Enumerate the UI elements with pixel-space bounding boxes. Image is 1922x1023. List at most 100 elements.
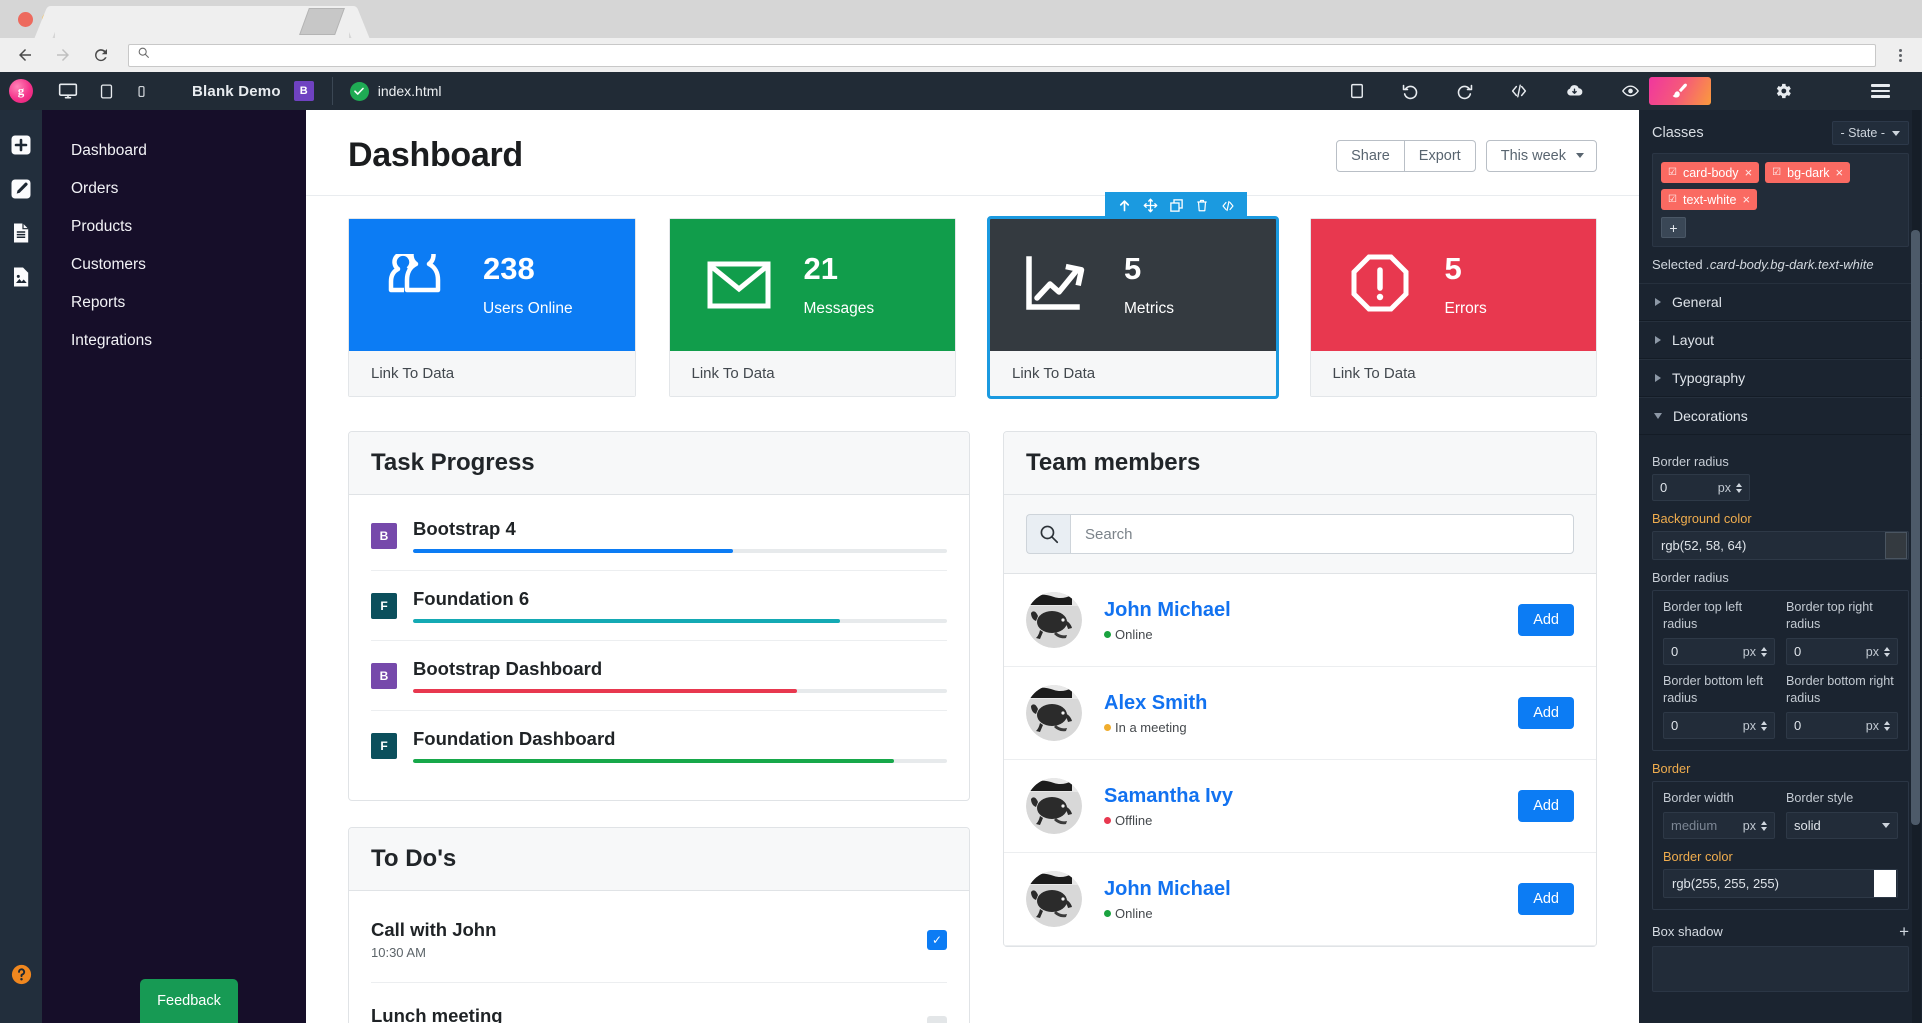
- desktop-view-icon[interactable]: [58, 81, 78, 101]
- stat-card-link[interactable]: Link To Data: [669, 351, 955, 396]
- list-item[interactable]: Call with John 10:30 AM ✓: [371, 897, 947, 983]
- undo-icon[interactable]: [1401, 82, 1420, 101]
- stepper-icon[interactable]: [1884, 646, 1890, 657]
- table-row[interactable]: John Michael Online Add: [1004, 853, 1596, 946]
- share-button[interactable]: Share: [1336, 139, 1405, 172]
- date-range-dropdown[interactable]: This week: [1485, 139, 1597, 172]
- edit-pencil-icon[interactable]: [8, 176, 34, 202]
- accordion-decorations[interactable]: Decorations: [1639, 397, 1922, 435]
- task-row[interactable]: B Bootstrap Dashboard: [371, 641, 947, 711]
- sidebar-item-reports[interactable]: Reports: [42, 284, 306, 322]
- stat-card-errors[interactable]: 5 Errors Link To Data: [1309, 218, 1597, 397]
- border-color-input[interactable]: rgb(255, 255, 255): [1663, 869, 1898, 898]
- media-image-icon[interactable]: [8, 264, 34, 290]
- member-name[interactable]: Alex Smith: [1104, 692, 1496, 715]
- mobile-view-icon[interactable]: [135, 82, 148, 101]
- add-member-button[interactable]: Add: [1518, 697, 1574, 729]
- accordion-typography[interactable]: Typography: [1639, 359, 1922, 397]
- table-row[interactable]: Alex Smith In a meeting Add: [1004, 667, 1596, 760]
- reload-icon[interactable]: [90, 44, 112, 66]
- export-button[interactable]: Export: [1404, 139, 1476, 172]
- border-bottom-left-radius-input[interactable]: 0 px: [1663, 712, 1775, 739]
- border-top-right-radius-input[interactable]: 0 px: [1786, 638, 1898, 665]
- frame-icon[interactable]: [1348, 82, 1366, 100]
- stepper-icon[interactable]: [1761, 646, 1767, 657]
- member-name[interactable]: John Michael: [1104, 599, 1496, 622]
- state-dropdown[interactable]: - State -: [1831, 121, 1909, 145]
- sidebar-item-products[interactable]: Products: [42, 208, 306, 246]
- search-box[interactable]: [1026, 514, 1574, 554]
- page-document-icon[interactable]: [8, 220, 34, 246]
- table-row[interactable]: John Michael Online Add: [1004, 574, 1596, 667]
- border-bottom-right-radius-input[interactable]: 0 px: [1786, 712, 1898, 739]
- sidebar-item-dashboard[interactable]: Dashboard: [42, 132, 306, 170]
- kebab-menu-icon[interactable]: [1892, 48, 1908, 62]
- preview-eye-icon[interactable]: [1620, 82, 1641, 100]
- duplicate-icon[interactable]: [1163, 192, 1189, 219]
- add-member-button[interactable]: Add: [1518, 790, 1574, 822]
- add-class-button[interactable]: +: [1661, 217, 1686, 238]
- list-item[interactable]: Lunch meeting 10:30 AM: [371, 983, 947, 1023]
- app-logo[interactable]: g: [0, 72, 42, 110]
- todo-checkbox[interactable]: ✓: [927, 929, 947, 950]
- task-row[interactable]: F Foundation 6: [371, 571, 947, 641]
- stat-card-link[interactable]: Link To Data: [990, 351, 1276, 396]
- class-chip-bg-dark[interactable]: ☑ bg-dark ×: [1765, 162, 1851, 183]
- add-block-icon[interactable]: [8, 132, 34, 158]
- paint-brush-icon[interactable]: [1649, 77, 1711, 105]
- stat-card-link[interactable]: Link To Data: [1310, 351, 1596, 396]
- move-up-icon[interactable]: [1111, 192, 1137, 219]
- tablet-view-icon[interactable]: [98, 82, 115, 101]
- feedback-button[interactable]: Feedback: [140, 979, 238, 1023]
- open-file[interactable]: index.html: [349, 81, 442, 101]
- stat-card-metrics[interactable]: 5 Metrics Link To Data: [987, 192, 1279, 399]
- browser-url-bar[interactable]: [128, 43, 1876, 67]
- border-color-swatch[interactable]: [1874, 870, 1896, 897]
- chip-check-icon[interactable]: ☑: [1772, 167, 1781, 178]
- close-icon[interactable]: ×: [1742, 192, 1750, 207]
- class-chip-text-white[interactable]: ☑ text-white ×: [1661, 189, 1758, 210]
- stat-card-link[interactable]: Link To Data: [349, 351, 635, 396]
- border-width-input[interactable]: medium px: [1663, 812, 1775, 839]
- gear-icon[interactable]: [1773, 81, 1793, 101]
- todo-checkbox[interactable]: [927, 1015, 947, 1023]
- sidebar-item-integrations[interactable]: Integrations: [42, 322, 306, 360]
- drag-move-icon[interactable]: [1137, 192, 1163, 219]
- inspector-scrollbar[interactable]: [1911, 110, 1921, 1023]
- task-row[interactable]: F Foundation Dashboard: [371, 711, 947, 780]
- redo-icon[interactable]: [1455, 82, 1474, 101]
- stepper-icon[interactable]: [1884, 720, 1890, 731]
- search-input[interactable]: [1070, 514, 1574, 554]
- accordion-layout[interactable]: Layout: [1639, 321, 1922, 359]
- delete-trash-icon[interactable]: [1189, 192, 1215, 219]
- sidebar-item-customers[interactable]: Customers: [42, 246, 306, 284]
- edit-code-icon[interactable]: [1215, 192, 1241, 219]
- hamburger-menu-icon[interactable]: [1871, 84, 1890, 98]
- close-icon[interactable]: ×: [1836, 165, 1844, 180]
- task-row[interactable]: B Bootstrap 4: [371, 501, 947, 571]
- code-icon[interactable]: [1509, 82, 1529, 100]
- add-box-shadow-button[interactable]: +: [1899, 923, 1909, 940]
- background-color-input[interactable]: rgb(52, 58, 64): [1652, 531, 1909, 560]
- table-row[interactable]: Samantha Ivy Offline Add: [1004, 760, 1596, 853]
- close-window-button[interactable]: [18, 12, 33, 27]
- class-chip-card-body[interactable]: ☑ card-body ×: [1661, 162, 1760, 183]
- search-icon[interactable]: [1026, 514, 1070, 554]
- chip-check-icon[interactable]: ☑: [1668, 167, 1677, 178]
- background-color-swatch[interactable]: [1885, 532, 1907, 559]
- back-arrow-icon[interactable]: [14, 44, 36, 66]
- add-member-button[interactable]: Add: [1518, 604, 1574, 636]
- stepper-icon[interactable]: [1761, 720, 1767, 731]
- help-question-icon[interactable]: [8, 961, 34, 987]
- close-icon[interactable]: ×: [1745, 165, 1753, 180]
- stat-card-messages[interactable]: 21 Messages Link To Data: [668, 218, 956, 397]
- stepper-icon[interactable]: [1736, 482, 1742, 493]
- border-top-left-radius-input[interactable]: 0 px: [1663, 638, 1775, 665]
- member-name[interactable]: Samantha Ivy: [1104, 785, 1496, 808]
- cloud-download-icon[interactable]: [1564, 82, 1585, 100]
- stepper-icon[interactable]: [1761, 820, 1767, 831]
- sidebar-item-orders[interactable]: Orders: [42, 170, 306, 208]
- chip-check-icon[interactable]: ☑: [1668, 194, 1677, 205]
- stat-card-users[interactable]: 238 Users Online Link To Data: [348, 218, 636, 397]
- border-radius-input[interactable]: 0 px: [1652, 474, 1750, 501]
